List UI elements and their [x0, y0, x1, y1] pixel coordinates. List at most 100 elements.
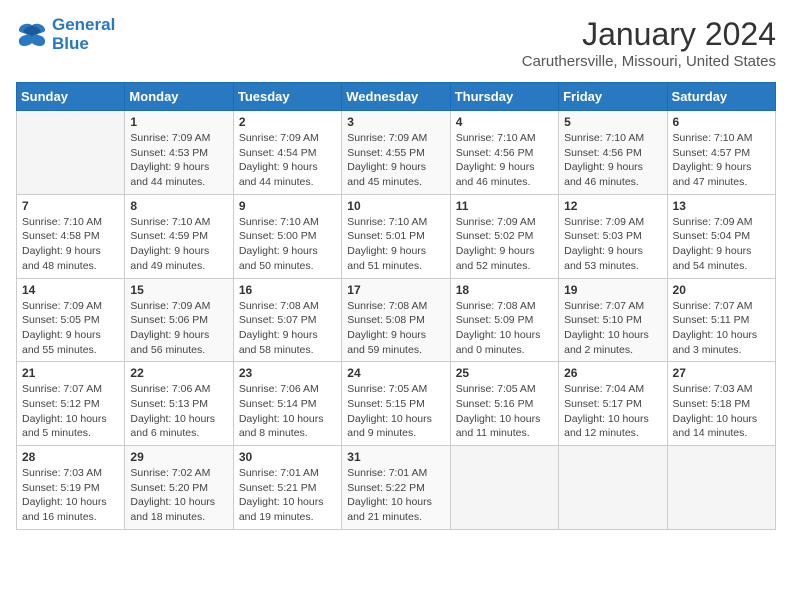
day-info: Sunrise: 7:06 AM Sunset: 5:13 PM Dayligh… — [130, 382, 227, 441]
week-row-2: 7 Sunrise: 7:10 AM Sunset: 4:58 PM Daylig… — [17, 194, 776, 278]
day-number: 17 — [347, 283, 444, 297]
day-number: 26 — [564, 366, 661, 380]
calendar-cell — [559, 446, 667, 530]
weekday-header-friday: Friday — [559, 83, 667, 111]
calendar-cell: 1 Sunrise: 7:09 AM Sunset: 4:53 PM Daylig… — [125, 111, 233, 195]
calendar-body: 1 Sunrise: 7:09 AM Sunset: 4:53 PM Daylig… — [17, 111, 776, 530]
day-info: Sunrise: 7:10 AM Sunset: 4:58 PM Dayligh… — [22, 215, 119, 274]
day-number: 5 — [564, 115, 661, 129]
calendar-cell: 12 Sunrise: 7:09 AM Sunset: 5:03 PM Dayli… — [559, 194, 667, 278]
day-number: 9 — [239, 199, 336, 213]
day-info: Sunrise: 7:09 AM Sunset: 5:06 PM Dayligh… — [130, 299, 227, 358]
day-number: 22 — [130, 366, 227, 380]
day-info: Sunrise: 7:03 AM Sunset: 5:19 PM Dayligh… — [22, 466, 119, 525]
day-info: Sunrise: 7:06 AM Sunset: 5:14 PM Dayligh… — [239, 382, 336, 441]
logo-text-block: General Blue — [52, 16, 115, 53]
calendar-cell: 13 Sunrise: 7:09 AM Sunset: 5:04 PM Dayli… — [667, 194, 775, 278]
day-number: 24 — [347, 366, 444, 380]
title-block: January 2024 Caruthersville, Missouri, U… — [522, 16, 776, 70]
day-number: 28 — [22, 450, 119, 464]
day-info: Sunrise: 7:09 AM Sunset: 5:03 PM Dayligh… — [564, 215, 661, 274]
day-info: Sunrise: 7:08 AM Sunset: 5:08 PM Dayligh… — [347, 299, 444, 358]
calendar-cell: 19 Sunrise: 7:07 AM Sunset: 5:10 PM Dayli… — [559, 278, 667, 362]
day-number: 31 — [347, 450, 444, 464]
calendar-cell: 9 Sunrise: 7:10 AM Sunset: 5:00 PM Daylig… — [233, 194, 341, 278]
calendar-cell: 3 Sunrise: 7:09 AM Sunset: 4:55 PM Daylig… — [342, 111, 450, 195]
day-info: Sunrise: 7:09 AM Sunset: 5:02 PM Dayligh… — [456, 215, 553, 274]
day-number: 2 — [239, 115, 336, 129]
calendar-cell: 23 Sunrise: 7:06 AM Sunset: 5:14 PM Dayli… — [233, 362, 341, 446]
day-info: Sunrise: 7:09 AM Sunset: 4:53 PM Dayligh… — [130, 131, 227, 190]
day-info: Sunrise: 7:05 AM Sunset: 5:16 PM Dayligh… — [456, 382, 553, 441]
day-info: Sunrise: 7:07 AM Sunset: 5:10 PM Dayligh… — [564, 299, 661, 358]
day-number: 27 — [673, 366, 770, 380]
day-info: Sunrise: 7:08 AM Sunset: 5:09 PM Dayligh… — [456, 299, 553, 358]
day-info: Sunrise: 7:02 AM Sunset: 5:20 PM Dayligh… — [130, 466, 227, 525]
calendar-header: SundayMondayTuesdayWednesdayThursdayFrid… — [17, 83, 776, 111]
day-number: 18 — [456, 283, 553, 297]
calendar-cell: 18 Sunrise: 7:08 AM Sunset: 5:09 PM Dayli… — [450, 278, 558, 362]
day-number: 10 — [347, 199, 444, 213]
calendar-cell: 6Sunrise: 7:10 AM Sunset: 4:57 PM Daylig… — [667, 111, 775, 195]
day-info: Sunrise: 7:01 AM Sunset: 5:21 PM Dayligh… — [239, 466, 336, 525]
calendar-cell: 17 Sunrise: 7:08 AM Sunset: 5:08 PM Dayli… — [342, 278, 450, 362]
weekday-row: SundayMondayTuesdayWednesdayThursdayFrid… — [17, 83, 776, 111]
day-number: 1 — [130, 115, 227, 129]
month-title: January 2024 — [522, 16, 776, 53]
calendar-cell: 4Sunrise: 7:10 AM Sunset: 4:56 PM Daylig… — [450, 111, 558, 195]
day-number: 20 — [673, 283, 770, 297]
weekday-header-sunday: Sunday — [17, 83, 125, 111]
calendar-cell: 30 Sunrise: 7:01 AM Sunset: 5:21 PM Dayli… — [233, 446, 341, 530]
calendar-cell: 29 Sunrise: 7:02 AM Sunset: 5:20 PM Dayli… — [125, 446, 233, 530]
day-info: Sunrise: 7:09 AM Sunset: 4:55 PM Dayligh… — [347, 131, 444, 190]
calendar-cell: 2 Sunrise: 7:09 AM Sunset: 4:54 PM Daylig… — [233, 111, 341, 195]
day-info: Sunrise: 7:04 AM Sunset: 5:17 PM Dayligh… — [564, 382, 661, 441]
calendar-cell: 7 Sunrise: 7:10 AM Sunset: 4:58 PM Daylig… — [17, 194, 125, 278]
location-title: Caruthersville, Missouri, United States — [522, 53, 776, 70]
calendar-cell: 22 Sunrise: 7:06 AM Sunset: 5:13 PM Dayli… — [125, 362, 233, 446]
day-number: 19 — [564, 283, 661, 297]
calendar-cell: 31 Sunrise: 7:01 AM Sunset: 5:22 PM Dayli… — [342, 446, 450, 530]
day-number: 16 — [239, 283, 336, 297]
day-info: Sunrise: 7:10 AM Sunset: 5:00 PM Dayligh… — [239, 215, 336, 274]
day-info: Sunrise: 7:09 AM Sunset: 4:54 PM Dayligh… — [239, 131, 336, 190]
day-number: 8 — [130, 199, 227, 213]
calendar-cell: 5Sunrise: 7:10 AM Sunset: 4:56 PM Daylig… — [559, 111, 667, 195]
day-info: Sunrise: 7:05 AM Sunset: 5:15 PM Dayligh… — [347, 382, 444, 441]
weekday-header-thursday: Thursday — [450, 83, 558, 111]
weekday-header-saturday: Saturday — [667, 83, 775, 111]
calendar-cell: 16 Sunrise: 7:08 AM Sunset: 5:07 PM Dayli… — [233, 278, 341, 362]
day-info: Sunrise: 7:03 AM Sunset: 5:18 PM Dayligh… — [673, 382, 770, 441]
calendar-cell: 14Sunrise: 7:09 AM Sunset: 5:05 PM Dayli… — [17, 278, 125, 362]
day-info: Sunrise: 7:09 AM Sunset: 5:04 PM Dayligh… — [673, 215, 770, 274]
day-number: 29 — [130, 450, 227, 464]
day-number: 13 — [673, 199, 770, 213]
day-number: 25 — [456, 366, 553, 380]
calendar-cell: 27 Sunrise: 7:03 AM Sunset: 5:18 PM Dayli… — [667, 362, 775, 446]
calendar-cell: 10Sunrise: 7:10 AM Sunset: 5:01 PM Dayli… — [342, 194, 450, 278]
day-number: 11 — [456, 199, 553, 213]
day-number: 21 — [22, 366, 119, 380]
day-number: 6 — [673, 115, 770, 129]
week-row-1: 1 Sunrise: 7:09 AM Sunset: 4:53 PM Daylig… — [17, 111, 776, 195]
day-info: Sunrise: 7:01 AM Sunset: 5:22 PM Dayligh… — [347, 466, 444, 525]
calendar-cell: 25 Sunrise: 7:05 AM Sunset: 5:16 PM Dayli… — [450, 362, 558, 446]
weekday-header-monday: Monday — [125, 83, 233, 111]
day-number: 23 — [239, 366, 336, 380]
day-number: 12 — [564, 199, 661, 213]
day-number: 3 — [347, 115, 444, 129]
day-info: Sunrise: 7:08 AM Sunset: 5:07 PM Dayligh… — [239, 299, 336, 358]
calendar-cell: 8 Sunrise: 7:10 AM Sunset: 4:59 PM Daylig… — [125, 194, 233, 278]
day-number: 7 — [22, 199, 119, 213]
page-header: General Blue January 2024 Caruthersville… — [16, 16, 776, 70]
calendar-cell: 28 Sunrise: 7:03 AM Sunset: 5:19 PM Dayli… — [17, 446, 125, 530]
calendar-cell: 15 Sunrise: 7:09 AM Sunset: 5:06 PM Dayli… — [125, 278, 233, 362]
calendar-cell: 26 Sunrise: 7:04 AM Sunset: 5:17 PM Dayli… — [559, 362, 667, 446]
day-number: 15 — [130, 283, 227, 297]
weekday-header-tuesday: Tuesday — [233, 83, 341, 111]
calendar-table: SundayMondayTuesdayWednesdayThursdayFrid… — [16, 82, 776, 530]
week-row-3: 14Sunrise: 7:09 AM Sunset: 5:05 PM Dayli… — [17, 278, 776, 362]
day-number: 30 — [239, 450, 336, 464]
logo: General Blue — [16, 16, 115, 53]
day-info: Sunrise: 7:10 AM Sunset: 4:59 PM Dayligh… — [130, 215, 227, 274]
